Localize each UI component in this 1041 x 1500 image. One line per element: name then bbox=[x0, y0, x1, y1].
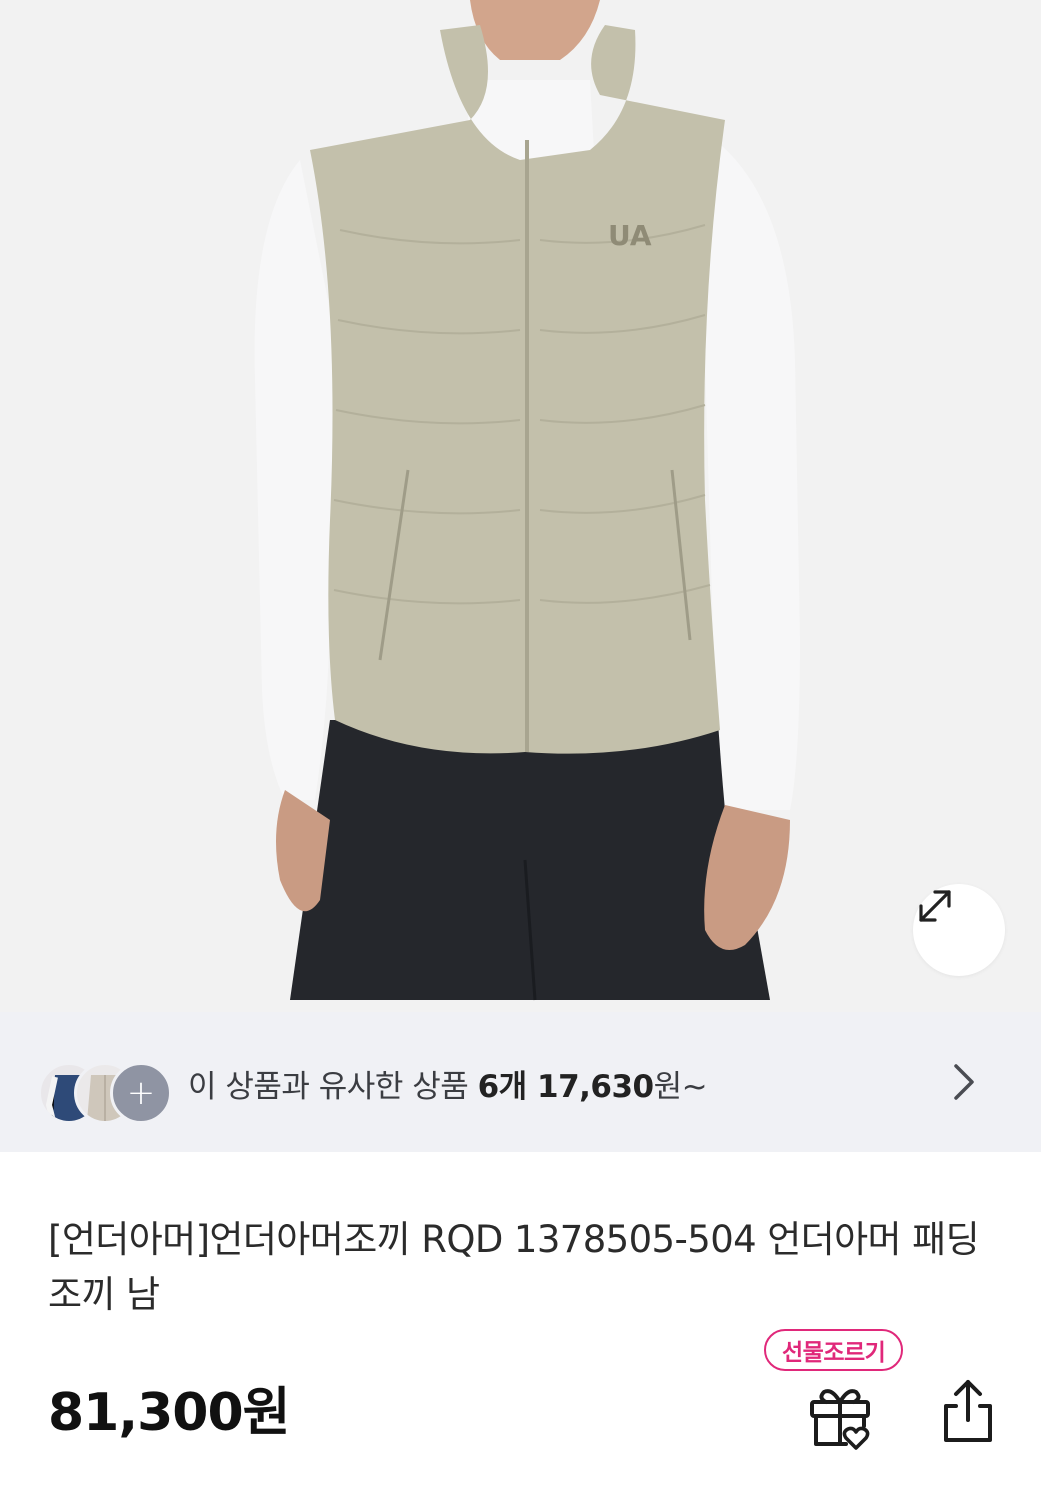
zoom-button[interactable] bbox=[913, 884, 1005, 976]
similar-min-price: 17,630 bbox=[537, 1069, 654, 1105]
similar-suffix: 원~ bbox=[653, 1069, 708, 1105]
share-icon[interactable] bbox=[938, 1378, 998, 1446]
gift-heart-icon[interactable] bbox=[806, 1382, 874, 1450]
product-photo: UA bbox=[0, 0, 1041, 1012]
gift-request-badge[interactable]: 선물조르기 bbox=[764, 1329, 904, 1371]
similar-prefix: 이 상품과 유사한 상품 bbox=[188, 1069, 478, 1105]
product-title: [언더아머]언더아머조끼 RQD 1378505-504 언더아머 패딩 조끼 … bbox=[48, 1218, 980, 1316]
similar-thumbnails: + bbox=[38, 1050, 178, 1140]
similar-count: 6개 bbox=[477, 1069, 528, 1105]
similar-products-banner[interactable]: + 이 상품과 유사한 상품 6개 17,630원~ bbox=[0, 1012, 1041, 1152]
product-price: 81,300원 bbox=[48, 1383, 291, 1443]
expand-icon bbox=[919, 890, 951, 922]
chevron-right-icon[interactable] bbox=[948, 1062, 978, 1102]
similar-products-text: 이 상품과 유사한 상품 6개 17,630원~ bbox=[188, 1061, 708, 1106]
product-image[interactable]: UA bbox=[0, 0, 1041, 1012]
svg-text:UA: UA bbox=[608, 219, 652, 252]
more-similar-icon: + bbox=[110, 1062, 172, 1124]
similar-sep bbox=[527, 1069, 537, 1105]
